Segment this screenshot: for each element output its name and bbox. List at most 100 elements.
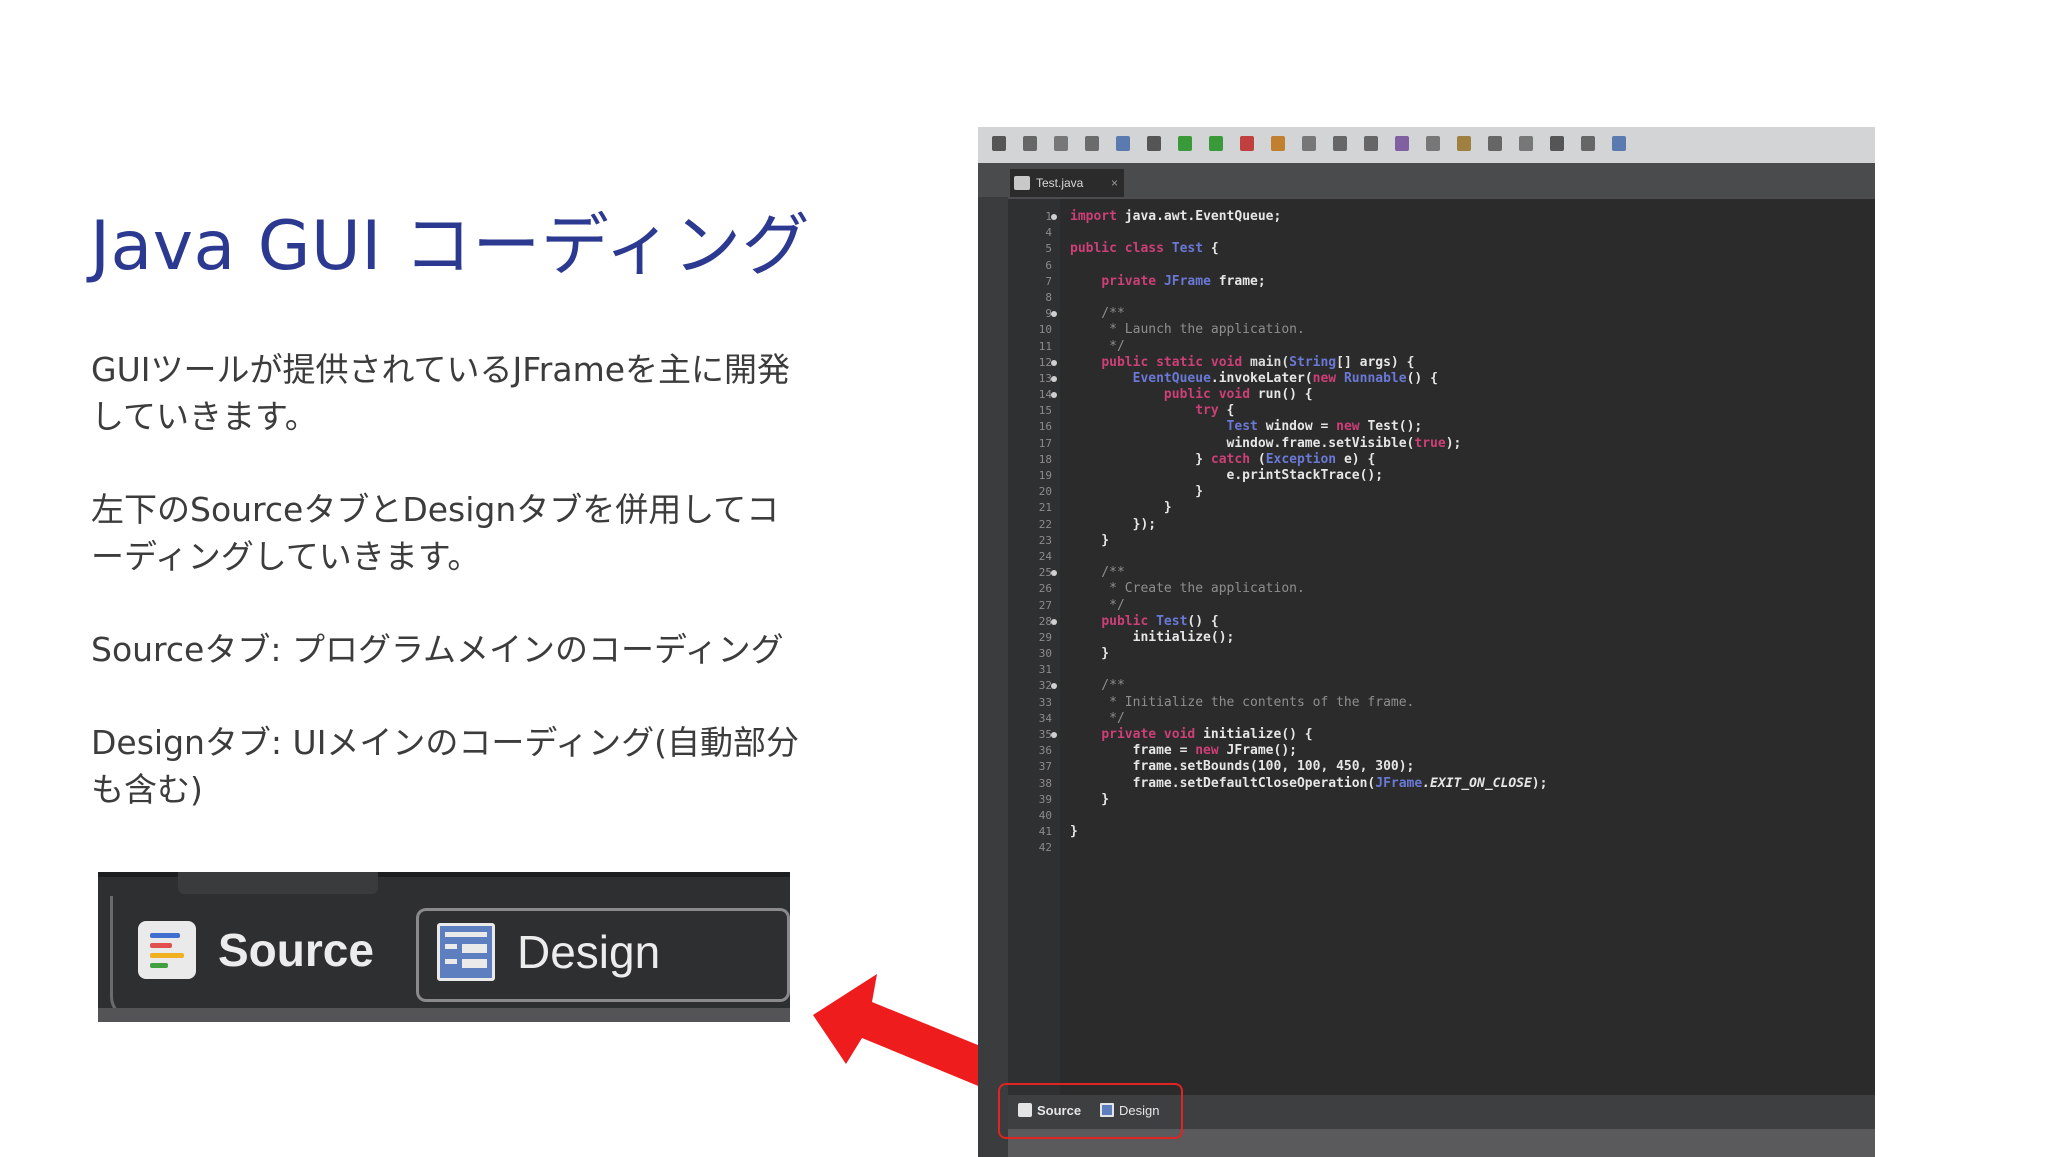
paragraph-design-tab: Designタブ: UIメインのコーディング(自動部分も含む) (91, 723, 799, 809)
paragraph-tabs: 左下のSourceタブとDesignタブを併用してコーディングしていきます。 (91, 490, 780, 576)
code-token: public class (1070, 241, 1172, 257)
code-line: 30 } (1008, 646, 1868, 662)
code-editor[interactable]: 1 import java.awt.EventQueue; 4 5 public cla… (1008, 197, 1875, 1097)
code-token: Test(); (1367, 419, 1423, 435)
line-number: 12 (1038, 355, 1052, 369)
line-number: 23 (1038, 533, 1052, 547)
code-line: 35 private void initialize() { (1008, 727, 1868, 743)
code-text: public Test() { (1070, 613, 1218, 630)
code-text: private void initialize() { (1070, 727, 1312, 743)
code-text: */ (1070, 711, 1125, 727)
fold-marker-icon[interactable] (1051, 375, 1057, 382)
toolbar-icon[interactable] (1612, 136, 1626, 151)
zoom-design-tab[interactable]: Design (416, 908, 790, 1002)
line-number: 26 (1038, 582, 1052, 596)
code-line: 1 import java.awt.EventQueue; (1008, 209, 1868, 225)
close-icon[interactable]: × (1111, 176, 1118, 190)
code-line: 15 try { (1008, 403, 1868, 419)
line-number: 28 (1038, 614, 1052, 628)
code-text: e.printStackTrace(); (1070, 468, 1384, 484)
ide-left-strip (978, 197, 1008, 1157)
ide-screenshot: Test.java × 1 import java.awt.EventQueue;… (978, 127, 1875, 1157)
code-token: } (1070, 532, 1110, 548)
toolbar-icon[interactable] (1457, 136, 1471, 151)
code-text: * Launch the application. (1070, 322, 1305, 338)
toolbar-icon[interactable] (1271, 136, 1285, 151)
code-line: 10 * Launch the application. (1008, 322, 1868, 338)
code-token: frame; (1218, 273, 1266, 289)
code-text: frame = new JFrame(); (1070, 743, 1297, 759)
code-text: } (1070, 792, 1109, 808)
fold-marker-icon[interactable] (1051, 732, 1057, 738)
line-number: 4 (1045, 226, 1052, 240)
fold-marker-icon[interactable] (1051, 618, 1057, 625)
code-line: 9 /** (1008, 306, 1868, 322)
toolbar-icon[interactable] (1395, 136, 1409, 151)
fold-marker-icon[interactable] (1051, 311, 1057, 318)
line-number: 22 (1038, 517, 1052, 531)
fold-marker-icon[interactable] (1051, 359, 1057, 366)
code-token: . (1422, 775, 1431, 791)
toolbar-icon[interactable] (1364, 136, 1378, 151)
toolbar-icon[interactable] (1116, 136, 1130, 151)
code-token: * Launch the application. (1070, 322, 1305, 338)
toolbar-icon[interactable] (1581, 136, 1595, 151)
toolbar-icon[interactable] (1550, 136, 1564, 151)
toolbar-icon[interactable] (1178, 136, 1192, 151)
code-token: initialize(); (1070, 629, 1235, 645)
toolbar-icon[interactable] (1023, 136, 1037, 151)
line-number: 18 (1038, 452, 1052, 466)
zoom-design-label: Design (517, 925, 661, 978)
line-number: 38 (1038, 776, 1052, 790)
code-text: frame.setDefaultCloseOperation(JFrame.EX… (1070, 775, 1548, 792)
code-token: Test (1156, 613, 1188, 629)
code-text: } (1070, 500, 1172, 516)
fold-marker-icon[interactable] (1051, 570, 1057, 577)
file-tab-test-java[interactable]: Test.java × (1010, 169, 1124, 197)
code-line: 42 (1008, 840, 1868, 856)
code-line: 5 public class Test { (1008, 241, 1868, 257)
code-token: } (1070, 484, 1204, 500)
toolbar-icon[interactable] (1519, 136, 1533, 151)
line-number: 27 (1038, 598, 1052, 612)
fold-marker-icon[interactable] (1051, 214, 1057, 220)
code-token: EventQueue (1132, 370, 1211, 386)
code-token: window = (1265, 419, 1337, 435)
code-token: public (1101, 613, 1157, 629)
zoom-source-tab[interactable]: Source (132, 908, 374, 992)
toolbar-icon[interactable] (1240, 136, 1254, 151)
code-text: } (1070, 646, 1109, 662)
fold-marker-icon[interactable] (1051, 392, 1057, 399)
toolbar-icon[interactable] (1209, 136, 1223, 151)
toolbar-icon[interactable] (1426, 136, 1440, 151)
design-tab-underline (416, 987, 790, 1002)
line-number: 6 (1045, 258, 1052, 272)
code-token: */ (1070, 710, 1125, 726)
toolbar-icon[interactable] (1302, 136, 1316, 151)
line-number: 1 (1045, 210, 1052, 223)
code-text: window.frame.setVisible(true); (1070, 436, 1462, 452)
code-token: } (1070, 500, 1172, 516)
code-line: 22 }); (1008, 517, 1868, 533)
code-line: 17 window.frame.setVisible(true); (1008, 436, 1868, 452)
toolbar-icon[interactable] (992, 136, 1006, 151)
fold-marker-icon[interactable] (1051, 683, 1057, 690)
toolbar-icon[interactable] (1147, 136, 1161, 151)
code-line: 28 public Test() { (1008, 614, 1868, 630)
toolbar-icon[interactable] (1333, 136, 1347, 151)
code-line: 34 */ (1008, 711, 1868, 727)
code-line: 23 } (1008, 533, 1868, 549)
code-token: } (1070, 824, 1078, 840)
paragraph-jframe: GUIツールが提供されているJFrameを主に開発していきます。 (91, 350, 791, 436)
toolbar-icon[interactable] (1488, 136, 1502, 151)
code-token: frame.setDefaultCloseOperation( (1070, 775, 1376, 791)
code-token: import (1070, 209, 1125, 224)
toolbar-icon[interactable] (1085, 136, 1099, 151)
toolbar-icon[interactable] (1054, 136, 1068, 151)
code-token: EXIT_ON_CLOSE (1430, 775, 1532, 791)
code-token: /** (1070, 678, 1125, 694)
